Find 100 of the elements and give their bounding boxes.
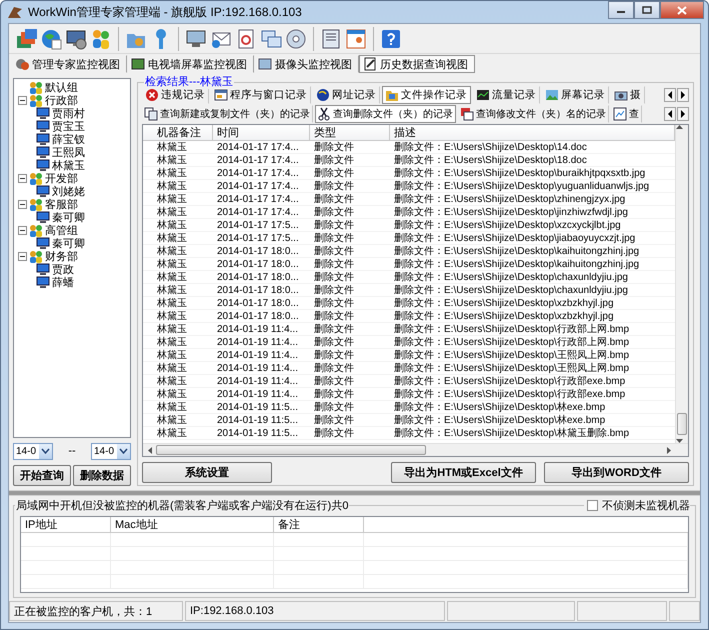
- tree-item[interactable]: 默认组: [45, 80, 78, 95]
- tree-item[interactable]: 贾雨村: [52, 106, 85, 121]
- tab[interactable]: 违规记录: [142, 86, 209, 104]
- tab[interactable]: 查询删除文件（夹）的记录: [315, 104, 456, 122]
- tree-item[interactable]: 客服部: [45, 197, 78, 212]
- monitor-icon: [36, 107, 50, 120]
- view-tab[interactable]: 管理专家监控视图: [11, 55, 127, 73]
- people-icon[interactable]: [90, 28, 112, 50]
- table-row[interactable]: 林黛玉 2014-01-17 17:4... 删除文件 删除文件：E:\Users\Shijize\Desktop\buraikhjtpqxsxtb.jpg: [143, 167, 675, 180]
- scroll-right-button[interactable]: [677, 88, 689, 102]
- expand-toggle[interactable]: [18, 200, 27, 209]
- scroll-left-button[interactable]: [664, 88, 676, 102]
- tree-item[interactable]: 贾宝玉: [52, 119, 85, 134]
- table-row[interactable]: 林黛玉 2014-01-19 11:5... 删除文件 删除文件：E:\Users\Shijize\Desktop\林黛玉删除.bmp: [143, 427, 675, 440]
- table-row[interactable]: 林黛玉 2014-01-17 17:4... 删除文件 删除文件：E:\Users\Shijize\Desktop\jinzhiwzfwdjl.jpg: [143, 206, 675, 219]
- tree-item[interactable]: 薛宝钗: [52, 132, 85, 147]
- tree-item[interactable]: 秦可卿: [52, 210, 85, 225]
- start-query-button[interactable]: 开始查询: [13, 465, 71, 486]
- table-cell-text: 2014-01-17 18:0...: [216, 271, 300, 283]
- table-row[interactable]: 林黛玉 2014-01-17 17:5... 删除文件 删除文件：E:\Users\Shijize\Desktop\jiabaoyuycxzjt.jpg: [143, 232, 675, 245]
- close-button[interactable]: [660, 1, 704, 19]
- table-row[interactable]: 林黛玉 2014-01-19 11:4... 删除文件 删除文件：E:\Users\Shijize\Desktop\行政部上网.bmp: [143, 323, 675, 336]
- table-cell-text: 林黛玉: [156, 323, 188, 335]
- table-row[interactable]: 林黛玉 2014-01-17 18:0... 删除文件 删除文件：E:\Users\Shijize\Desktop\chaxunldyjiu.jpg: [143, 271, 675, 284]
- table-row[interactable]: 林黛玉 2014-01-17 17:5... 删除文件 删除文件：E:\Users\Shijize\Desktop\xzcxyckjlbt.jpg: [143, 219, 675, 232]
- window-icon: [214, 88, 228, 102]
- column-header[interactable]: IP地址: [21, 517, 111, 532]
- view-tab[interactable]: 历史数据查询视图: [359, 55, 475, 73]
- windows-icon[interactable]: [260, 28, 282, 50]
- checkbox[interactable]: [587, 500, 598, 510]
- table-row[interactable]: 林黛玉 2014-01-19 11:4... 删除文件 删除文件：E:\Users\Shijize\Desktop\行政部上网.bmp: [143, 336, 675, 349]
- expand-toggle[interactable]: [18, 96, 27, 105]
- globe-icon[interactable]: [40, 28, 62, 50]
- expand-toggle[interactable]: [18, 174, 27, 183]
- scroll-right-button[interactable]: [677, 106, 689, 120]
- tab[interactable]: 查询新建或复制文件（夹）的记录: [142, 104, 313, 122]
- scroll-left-button[interactable]: [664, 106, 676, 120]
- table-row[interactable]: 林黛玉 2014-01-17 18:0... 删除文件 删除文件：E:\Users\Shijize\Desktop\chaxunldyjiu.jpg: [143, 284, 675, 297]
- tab[interactable]: 查询修改文件（夹）名的记录: [458, 104, 609, 122]
- tree-item[interactable]: 王熙凤: [52, 145, 85, 160]
- monitor-gear-icon[interactable]: [65, 28, 87, 50]
- table-row[interactable]: 林黛玉 2014-01-17 18:0... 删除文件 删除文件：E:\Users\Shijize\Desktop\xzbzkhyjl.jpg: [143, 297, 675, 310]
- table-row[interactable]: 林黛玉 2014-01-19 11:5... 删除文件 删除文件：E:\Users\Shijize\Desktop\林exe.bmp: [143, 401, 675, 414]
- tab[interactable]: 查: [611, 104, 642, 122]
- table-row[interactable]: 林黛玉 2014-01-19 11:4... 删除文件 删除文件：E:\Users\Shijize\Desktop\王熙凤上网.bmp: [143, 362, 675, 375]
- tree-item[interactable]: 秦可卿: [52, 236, 85, 251]
- tab[interactable]: 屏幕记录: [542, 86, 609, 104]
- maximize-button[interactable]: [634, 1, 660, 19]
- table-row[interactable]: 林黛玉 2014-01-19 11:5... 删除文件 删除文件：E:\Users\Shijize\Desktop\林exe.bmp: [143, 414, 675, 427]
- delete-data-button[interactable]: 删除数据: [73, 465, 131, 486]
- copy-icon: [144, 106, 158, 120]
- export-button[interactable]: 导出为HTM或Excel文件: [391, 462, 536, 483]
- horizontal-scrollbar[interactable]: [143, 443, 688, 456]
- tab[interactable]: 程序与窗口记录: [211, 86, 311, 104]
- expand-toggle[interactable]: [18, 252, 27, 261]
- report-icon[interactable]: [320, 28, 342, 50]
- tree-item[interactable]: 开发部: [45, 171, 78, 186]
- table-row[interactable]: 林黛玉 2014-01-17 17:4... 删除文件 删除文件：E:\Users\Shijize\Desktop\14.doc: [143, 141, 675, 154]
- column-header[interactable]: Mac地址: [111, 517, 274, 532]
- tree-item[interactable]: 财务部: [45, 249, 78, 264]
- tree-item[interactable]: 薛蟠: [52, 275, 74, 290]
- date-dropdown[interactable]: 14-0: [13, 442, 53, 460]
- monitor-icon[interactable]: [185, 28, 207, 50]
- person-card-icon[interactable]: [345, 28, 367, 50]
- table-row[interactable]: 林黛玉 2014-01-19 11:4... 删除文件 删除文件：E:\Users\Shijize\Desktop\行政部exe.bmp: [143, 388, 675, 401]
- table-row[interactable]: 林黛玉 2014-01-17 17:4... 删除文件 删除文件：E:\Users\Shijize\Desktop\yuguanliduanwljs.jpg: [143, 180, 675, 193]
- column-header[interactable]: 时间: [213, 125, 310, 140]
- date-dropdown[interactable]: 14-0: [90, 442, 131, 460]
- table-row[interactable]: 林黛玉 2014-01-19 11:4... 删除文件 删除文件：E:\Users\Shijize\Desktop\行政部exe.bmp: [143, 375, 675, 388]
- table-row[interactable]: 林黛玉 2014-01-17 18:0... 删除文件 删除文件：E:\Users\Shijize\Desktop\kaihuitongzhinj.jpg: [143, 258, 675, 271]
- column-header[interactable]: 备注: [274, 517, 364, 532]
- minimize-button[interactable]: [608, 1, 634, 19]
- scrollbar-thumb[interactable]: [156, 445, 426, 455]
- vertical-scrollbar[interactable]: [675, 125, 688, 443]
- view-tab[interactable]: 电视墙屏幕监控视图: [127, 55, 254, 73]
- table-row[interactable]: 林黛玉 2014-01-17 18:0... 删除文件 删除文件：E:\Users\Shijize\Desktop\kaihuitongzhinj.jpg: [143, 245, 675, 258]
- table-cell-text: 删除文件：E:\Users\Shijize\Desktop\chaxunldyjiu.jpg: [393, 271, 629, 283]
- table-row[interactable]: 林黛玉 2014-01-19 11:4... 删除文件 删除文件：E:\Users\Shijize\Desktop\王熙凤上网.bmp: [143, 349, 675, 362]
- scrollbar-thumb[interactable]: [677, 413, 687, 435]
- expand-toggle[interactable]: [18, 226, 27, 235]
- tree-item[interactable]: 高管组: [45, 223, 78, 238]
- export-button[interactable]: 导出到WORD文件: [544, 462, 689, 483]
- help-icon[interactable]: [380, 28, 402, 50]
- tab[interactable]: 流量记录: [473, 86, 540, 104]
- tab[interactable]: 网址记录: [313, 86, 380, 104]
- settings-button[interactable]: 系统设置: [142, 462, 272, 483]
- column-header[interactable]: 机器备注: [143, 125, 213, 140]
- view-tab[interactable]: 摄像头监控视图: [254, 55, 359, 73]
- tree-item[interactable]: 贾政: [52, 262, 74, 277]
- disc-icon[interactable]: [285, 28, 307, 50]
- table-row[interactable]: 林黛玉 2014-01-17 18:0... 删除文件 删除文件：E:\Users\Shijize\Desktop\xzbzkhyjl.jpg: [143, 310, 675, 323]
- tab[interactable]: 摄: [611, 86, 645, 104]
- window-stack-icon[interactable]: [15, 28, 37, 50]
- tree-item[interactable]: 行政部: [45, 93, 78, 108]
- column-header[interactable]: 类型: [310, 125, 390, 140]
- table-row[interactable]: 林黛玉 2014-01-17 17:4... 删除文件 删除文件：E:\Users\Shijize\Desktop\18.doc: [143, 154, 675, 167]
- tab[interactable]: 文件操作记录: [382, 86, 471, 104]
- tree-item[interactable]: 刘姥姥: [52, 184, 85, 199]
- tree-item[interactable]: 林黛玉: [52, 158, 85, 173]
- table-row[interactable]: 林黛玉 2014-01-17 17:4... 删除文件 删除文件：E:\Users\Shijize\Desktop\zhinengjzyx.jpg: [143, 193, 675, 206]
